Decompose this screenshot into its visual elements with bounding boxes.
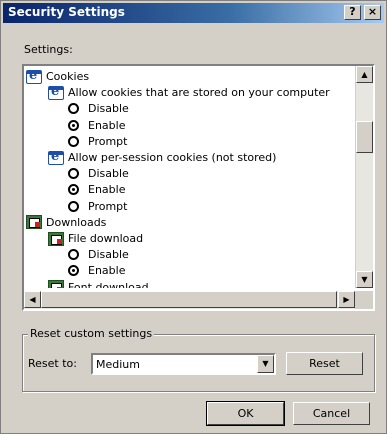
- reset-level-select[interactable]: Medium ▼: [91, 353, 276, 375]
- scroll-left-button[interactable]: ◀: [24, 291, 41, 308]
- tree-item-label: Font download: [68, 280, 149, 288]
- tree-item-label: Disable: [88, 102, 129, 116]
- radio-unselected-icon[interactable]: [68, 200, 79, 212]
- vertical-scroll-thumb[interactable]: [356, 121, 373, 153]
- settings-tree-content: CookiesAllow cookies that are stored on …: [24, 66, 355, 288]
- tree-item-label: Enable: [88, 183, 126, 197]
- tree-item-label: Enable: [88, 118, 126, 132]
- tree-item: Downloads: [26, 214, 106, 231]
- downloads-icon: [48, 231, 64, 246]
- close-button[interactable]: ×: [364, 5, 381, 20]
- ok-button[interactable]: OK: [206, 401, 285, 426]
- tree-item-label: File download: [68, 232, 144, 245]
- tree-item: Font download: [48, 279, 149, 288]
- horizontal-scroll-thumb[interactable]: [41, 291, 337, 308]
- title-bar[interactable]: Security Settings ? ×: [3, 3, 384, 23]
- security-settings-dialog: Security Settings ? × Settings: CookiesA…: [0, 0, 387, 434]
- tree-item[interactable]: Prompt: [68, 133, 127, 150]
- reset-level-value: Medium: [96, 358, 140, 371]
- tree-item[interactable]: Prompt: [68, 198, 127, 215]
- radio-selected-icon[interactable]: [68, 184, 79, 196]
- ie-settings-icon: [48, 83, 64, 100]
- tree-item[interactable]: Enable: [68, 262, 125, 279]
- downloads-icon: [26, 215, 42, 230]
- tree-item[interactable]: Disable: [68, 246, 129, 263]
- cancel-button[interactable]: Cancel: [293, 402, 370, 425]
- help-button[interactable]: ?: [344, 5, 361, 20]
- radio-unselected-icon[interactable]: [68, 135, 79, 147]
- tree-item[interactable]: Disable: [68, 165, 129, 182]
- tree-item-label: Prompt: [88, 199, 128, 213]
- scroll-down-button[interactable]: ▼: [356, 271, 373, 288]
- chevron-down-icon[interactable]: ▼: [257, 355, 274, 373]
- downloads-icon: [48, 280, 64, 288]
- tree-item: Allow per-session cookies (not stored): [48, 148, 277, 166]
- reset-button[interactable]: Reset: [286, 352, 363, 375]
- window-title: Security Settings: [8, 5, 125, 19]
- reset-group-title: Reset custom settings: [28, 327, 155, 340]
- ie-settings-icon: [26, 67, 42, 84]
- radio-unselected-icon[interactable]: [68, 168, 79, 180]
- ie-settings-icon: [48, 148, 64, 165]
- horizontal-scrollbar[interactable]: ◀ ▶: [24, 291, 355, 309]
- scrollbar-corner: [355, 291, 373, 309]
- tree-item-label: Allow cookies that are stored on your co…: [68, 86, 330, 100]
- tree-item-label: Prompt: [88, 134, 128, 148]
- radio-selected-icon[interactable]: [68, 265, 79, 277]
- scroll-up-button[interactable]: ▲: [356, 66, 373, 83]
- scroll-right-button[interactable]: ▶: [338, 291, 355, 308]
- radio-selected-icon[interactable]: [68, 119, 79, 131]
- tree-item[interactable]: Enable: [68, 181, 125, 198]
- tree-item: Allow cookies that are stored on your co…: [48, 83, 330, 101]
- tree-item-label: Enable: [88, 264, 126, 278]
- tree-item-label: Disable: [88, 167, 129, 181]
- vertical-scrollbar[interactable]: ▲ ▼: [355, 66, 373, 288]
- settings-tree: CookiesAllow cookies that are stored on …: [22, 64, 375, 311]
- tree-item[interactable]: Enable: [68, 117, 125, 134]
- settings-label: Settings:: [24, 43, 73, 56]
- tree-item-label: Allow per-session cookies (not stored): [68, 151, 277, 164]
- radio-unselected-icon[interactable]: [68, 249, 79, 261]
- tree-item-label: Disable: [88, 248, 129, 262]
- tree-item-label: Downloads: [46, 215, 107, 229]
- tree-item: File download: [48, 230, 143, 247]
- radio-unselected-icon[interactable]: [68, 103, 79, 115]
- reset-to-label: Reset to:: [28, 357, 77, 370]
- tree-item[interactable]: Disable: [68, 100, 129, 117]
